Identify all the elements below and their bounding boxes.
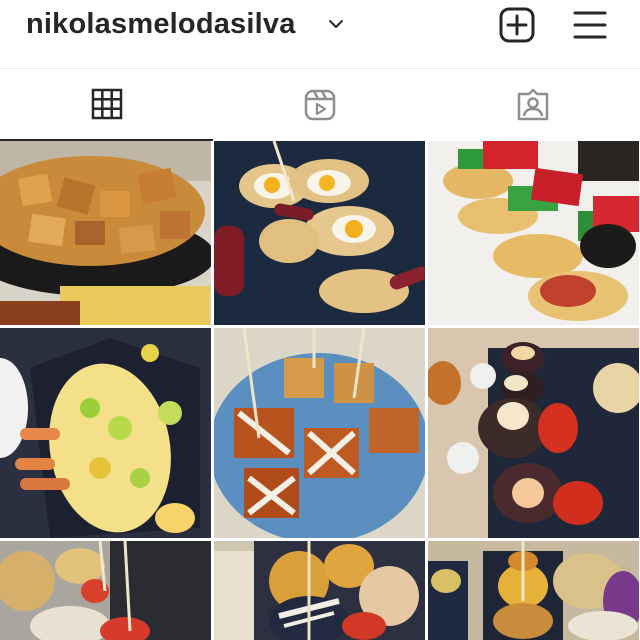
- tab-reels[interactable]: [213, 69, 426, 141]
- post-thumbnail[interactable]: [428, 141, 639, 325]
- profile-header: nikolasmelodasilva: [0, 0, 640, 62]
- reels-icon: [304, 89, 335, 121]
- post-image: [214, 541, 425, 640]
- tab-posts-grid[interactable]: [0, 69, 213, 141]
- post-image: [428, 541, 639, 640]
- post-image: [214, 141, 425, 325]
- grid-icon: [91, 88, 122, 120]
- chevron-down-icon[interactable]: [326, 14, 346, 34]
- tab-tagged[interactable]: [426, 69, 639, 141]
- post-thumbnail[interactable]: [0, 141, 211, 325]
- posts-grid: [0, 141, 640, 640]
- post-thumbnail[interactable]: [428, 328, 639, 538]
- post-image: [428, 141, 639, 325]
- profile-tabs: [0, 68, 640, 141]
- post-thumbnail[interactable]: [214, 141, 425, 325]
- post-thumbnail[interactable]: [0, 541, 211, 640]
- profile-username[interactable]: nikolasmelodasilva: [26, 6, 296, 42]
- post-thumbnail[interactable]: [214, 328, 425, 538]
- post-image: [214, 328, 425, 538]
- post-image: [0, 141, 211, 325]
- plus-square-icon[interactable]: [498, 6, 536, 44]
- post-thumbnail[interactable]: [214, 541, 425, 640]
- post-image: [0, 541, 211, 640]
- tagged-icon: [517, 88, 548, 121]
- post-image: [0, 328, 211, 538]
- post-image: [428, 328, 639, 538]
- post-thumbnail[interactable]: [428, 541, 639, 640]
- hamburger-menu-icon[interactable]: [572, 8, 608, 42]
- post-thumbnail[interactable]: [0, 328, 211, 538]
